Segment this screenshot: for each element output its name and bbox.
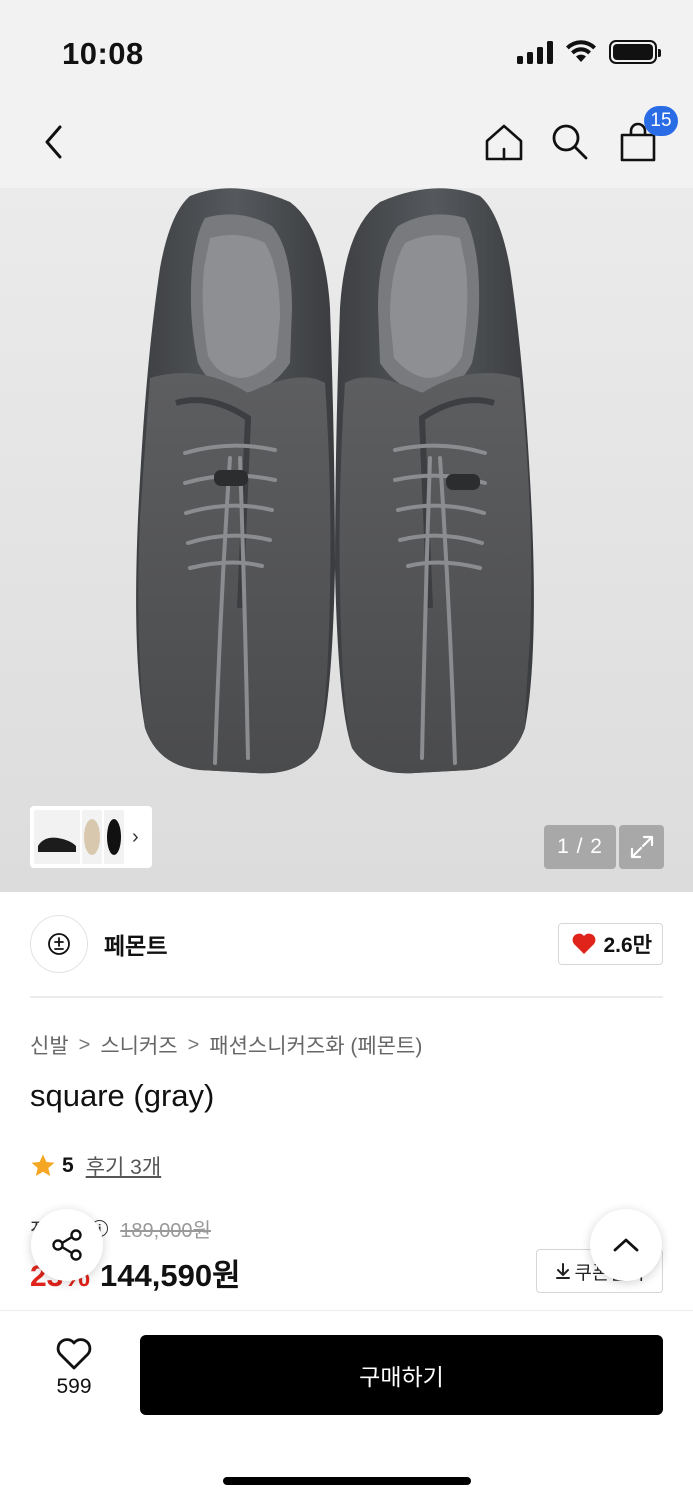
download-icon	[555, 1263, 570, 1279]
buy-button[interactable]: 구매하기	[140, 1335, 663, 1415]
search-button[interactable]	[546, 118, 594, 166]
star-icon	[31, 1154, 55, 1176]
rating-score: 5	[62, 1154, 74, 1177]
original-price: 189,000원	[120, 1220, 211, 1242]
product-image	[136, 188, 534, 774]
image-counter: 1 / 2	[544, 825, 616, 869]
rating-row: 5 후기 3개	[30, 1151, 161, 1181]
thumbnail-black-shoe-top[interactable]	[104, 810, 124, 864]
thumbnail-strip[interactable]: ›	[30, 806, 152, 868]
thumbnail-beige-shoe[interactable]	[82, 810, 102, 864]
chevron-up-icon	[613, 1238, 639, 1252]
thumbnail-more-chevron[interactable]: ›	[132, 826, 139, 849]
brand-name[interactable]: 페몬트	[104, 927, 167, 961]
wishlist-button[interactable]: 599	[36, 1337, 112, 1399]
breadcrumb-item[interactable]: 스니커즈	[100, 1030, 177, 1060]
top-nav: 15	[0, 100, 693, 188]
home-icon	[485, 124, 523, 161]
brand-row: 페몬트 2.6만	[30, 914, 663, 974]
bottom-action-bar: 599 구매하기	[0, 1310, 693, 1500]
right-shoe-graphic	[335, 188, 534, 774]
thumbnail-black-shoe[interactable]	[34, 810, 80, 864]
brand-logo-icon	[48, 933, 70, 955]
cellular-signal-icon	[517, 40, 553, 64]
home-button[interactable]	[480, 118, 528, 166]
share-button[interactable]	[31, 1209, 103, 1281]
breadcrumb-item[interactable]: 패션스니커즈화 (페몬트)	[209, 1030, 422, 1060]
heart-outline-icon	[56, 1338, 92, 1370]
chevron-right-icon: >	[187, 1033, 200, 1056]
status-bar: 10:08	[0, 0, 693, 100]
chevron-right-icon: >	[78, 1033, 91, 1056]
breadcrumb: 신발 > 스니커즈 > 패션스니커즈화 (페몬트)	[30, 1030, 422, 1060]
scroll-to-top-button[interactable]	[590, 1209, 662, 1281]
battery-icon	[609, 40, 661, 64]
sale-price: 144,590원	[100, 1258, 241, 1293]
product-image-gallery[interactable]: › 1 / 2	[0, 188, 693, 892]
heart-filled-icon	[573, 933, 596, 954]
expand-image-button[interactable]	[619, 825, 664, 869]
brand-logo[interactable]	[30, 915, 88, 973]
wishlist-count: 599	[56, 1375, 92, 1398]
divider	[30, 996, 663, 998]
status-time: 10:08	[62, 36, 144, 71]
product-title: square (gray)	[30, 1078, 215, 1113]
wifi-icon	[566, 40, 596, 62]
home-indicator	[223, 1477, 471, 1485]
chevron-left-icon	[45, 125, 62, 159]
cart-count-badge: 15	[644, 106, 678, 136]
expand-icon	[630, 835, 653, 859]
share-icon	[52, 1229, 82, 1261]
breadcrumb-item[interactable]: 신발	[30, 1030, 69, 1060]
search-icon	[552, 124, 588, 160]
brand-like-button[interactable]: 2.6만	[558, 923, 663, 965]
status-icons	[517, 40, 661, 64]
review-count-link[interactable]: 후기 3개	[86, 1151, 161, 1181]
back-button[interactable]	[32, 120, 76, 164]
cart-button[interactable]: 15	[614, 106, 678, 166]
brand-like-count: 2.6만	[603, 934, 652, 957]
left-shoe-graphic	[136, 188, 335, 774]
